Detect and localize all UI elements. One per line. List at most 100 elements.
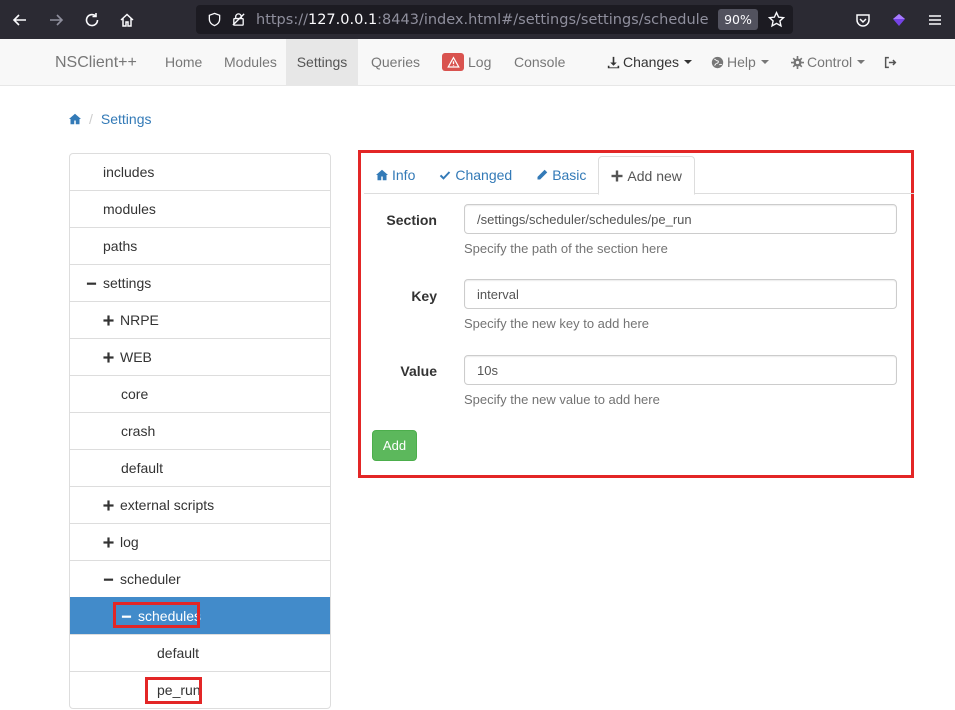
nav-changes-dropdown[interactable]: Changes <box>607 39 693 85</box>
reload-button[interactable] <box>74 0 110 39</box>
plus-icon[interactable] <box>101 351 115 363</box>
caret-down-icon <box>857 60 866 64</box>
nav-settings-label: Settings <box>296 54 348 70</box>
arrow-left-icon <box>12 13 26 26</box>
settings-tabs: Info Changed Basic Add new <box>364 156 914 195</box>
house-icon <box>120 12 134 27</box>
home-icon <box>376 169 388 181</box>
tab-info[interactable]: Info <box>364 156 427 194</box>
tree-item-label: default <box>121 460 164 476</box>
tree-item-crash[interactable]: crash <box>70 412 330 449</box>
value-help-text: Specify the new value to add here <box>464 392 660 407</box>
minus-icon[interactable] <box>84 278 98 289</box>
extension-gem-icon <box>893 13 905 26</box>
tab-add-new[interactable]: Add new <box>598 156 695 195</box>
home-icon[interactable] <box>69 113 81 125</box>
tree-item-external-scripts[interactable]: external scripts <box>70 486 330 523</box>
tree-item-label: NRPE <box>120 312 159 328</box>
tree-item-core[interactable]: core <box>70 375 330 412</box>
nav-console[interactable]: Console <box>499 39 580 85</box>
nav-help-label: Help <box>727 54 756 70</box>
back-button[interactable] <box>2 0 38 39</box>
nav-home[interactable]: Home <box>150 39 217 85</box>
key-input[interactable] <box>464 279 897 309</box>
plus-icon[interactable] <box>101 499 115 511</box>
breadcrumb-settings[interactable]: Settings <box>101 111 152 127</box>
tree-item-schedules-default[interactable]: default <box>70 634 330 671</box>
settings-tree: includes modules paths settings NRPE WEB… <box>69 153 331 709</box>
add-button[interactable]: Add <box>372 430 417 461</box>
value-input[interactable] <box>464 355 897 385</box>
nav-queries[interactable]: Queries <box>356 39 435 85</box>
app-navbar: NSClient++ Home Modules Settings Queries… <box>0 39 955 86</box>
home-button[interactable] <box>109 0 145 39</box>
add-new-panel: Info Changed Basic Add new <box>358 150 914 478</box>
nav-control-dropdown[interactable]: Control <box>791 39 866 85</box>
zoom-level-badge[interactable]: 90% <box>718 9 758 30</box>
tree-item-settings[interactable]: settings <box>70 264 330 301</box>
section-label: Section <box>386 212 437 228</box>
warning-icon <box>442 53 464 71</box>
tree-item-label: paths <box>103 238 138 254</box>
gear-icon <box>791 55 804 69</box>
tree-item-label: pe_run <box>157 682 201 698</box>
tree-item-pe-run[interactable]: pe_run <box>70 671 330 708</box>
tree-item-log[interactable]: log <box>70 523 330 560</box>
tab-changed[interactable]: Changed <box>427 156 524 194</box>
tree-item-label: modules <box>103 201 156 217</box>
logout-button[interactable] <box>884 39 900 85</box>
reload-icon <box>85 12 99 26</box>
tree-item-schedules[interactable]: schedules <box>70 597 330 634</box>
minus-icon[interactable] <box>119 611 133 622</box>
tree-item-nrpe[interactable]: NRPE <box>70 301 330 338</box>
tree-item-label: includes <box>103 164 155 180</box>
nav-modules[interactable]: Modules <box>209 39 292 85</box>
extension-button[interactable] <box>881 0 917 39</box>
tree-item-scheduler[interactable]: scheduler <box>70 560 330 597</box>
tree-item-paths[interactable]: paths <box>70 227 330 264</box>
hamburger-icon <box>929 14 941 25</box>
pocket-icon <box>856 13 870 27</box>
pocket-button[interactable] <box>845 0 881 39</box>
key-help-text: Specify the new key to add here <box>464 316 650 331</box>
tree-item-label: settings <box>103 275 152 291</box>
tree-item-label: default <box>157 645 200 661</box>
arrow-right-icon <box>50 13 64 26</box>
section-help-text: Specify the path of the section here <box>464 241 668 256</box>
bookmark-star-icon[interactable] <box>767 10 786 31</box>
tree-item-includes[interactable]: includes <box>70 154 330 190</box>
nav-settings[interactable]: Settings <box>286 39 358 85</box>
plus-icon[interactable] <box>101 536 115 548</box>
tree-item-label: core <box>121 386 149 402</box>
tree-item-default[interactable]: default <box>70 449 330 486</box>
tree-item-web[interactable]: WEB <box>70 338 330 375</box>
check-icon <box>440 171 451 180</box>
pencil-icon <box>537 169 548 180</box>
browser-toolbar: https://127.0.0.1:8443/index.html#/setti… <box>0 0 955 39</box>
tree-item-label: schedules <box>138 608 202 624</box>
nav-modules-label: Modules <box>224 54 277 70</box>
section-input[interactable] <box>464 204 897 234</box>
tab-basic-label: Basic <box>552 167 587 183</box>
value-label: Value <box>400 363 437 379</box>
nav-log[interactable]: Log <box>442 39 491 85</box>
nav-queries-label: Queries <box>371 54 421 70</box>
key-label: Key <box>411 288 437 304</box>
forward-button[interactable] <box>38 0 74 39</box>
caret-down-icon <box>760 60 769 64</box>
globe-icon <box>711 56 724 68</box>
tree-item-modules[interactable]: modules <box>70 190 330 227</box>
tree-item-label: scheduler <box>120 571 181 587</box>
brand-logo[interactable]: NSClient++ <box>55 54 137 72</box>
plus-icon[interactable] <box>101 314 115 326</box>
download-icon <box>607 56 620 68</box>
url-bar[interactable]: https://127.0.0.1:8443/index.html#/setti… <box>196 5 793 34</box>
menu-button[interactable] <box>917 0 953 39</box>
logout-icon <box>884 56 897 68</box>
nav-help-dropdown[interactable]: Help <box>711 39 769 85</box>
shield-icon <box>204 12 224 27</box>
insecure-lock-icon[interactable] <box>228 12 248 27</box>
tab-basic[interactable]: Basic <box>524 156 598 194</box>
minus-icon[interactable] <box>101 574 115 585</box>
caret-down-icon <box>684 60 693 64</box>
